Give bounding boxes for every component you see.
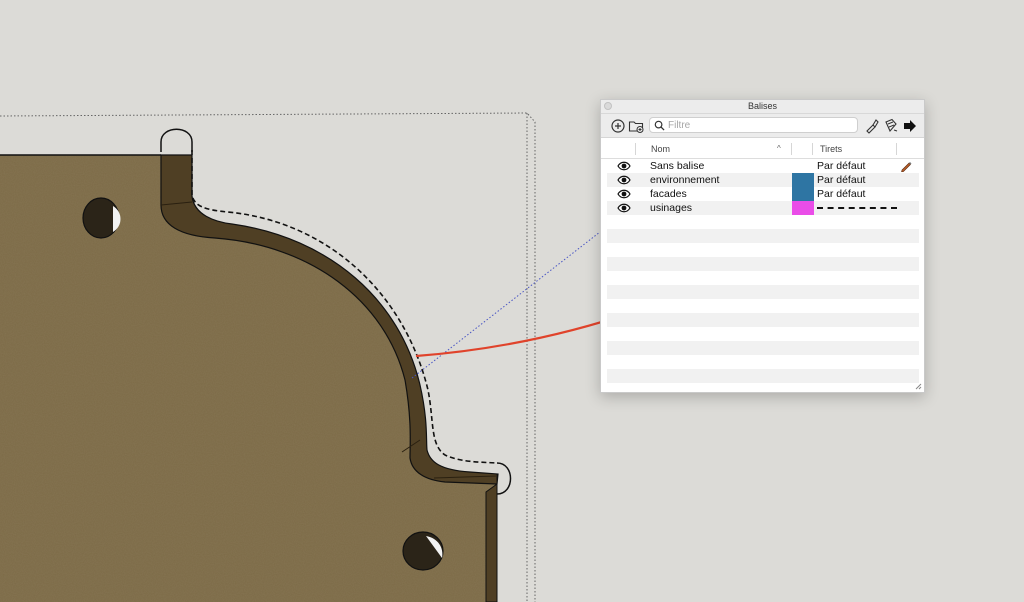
eye-icon[interactable] [617,203,631,213]
tag-dashes-dashed-line[interactable] [817,207,897,209]
tags-panel: Balises Nom ^ Tirets [600,99,925,393]
filter-input[interactable] [668,118,853,132]
guide-line [411,231,601,379]
drill-hole-lower[interactable] [402,531,444,571]
panel-toolbar [601,114,924,138]
eye-icon[interactable] [617,189,631,199]
empty-row [607,369,919,383]
panel-title: Balises [747,101,777,111]
tag-row-environnement[interactable]: environnement Par défaut [607,173,919,187]
toolpath-end-cap-right [496,462,512,495]
tag-dashes[interactable]: Par défaut [817,173,865,187]
tag-row-usinages[interactable]: usinages [607,201,919,215]
tag-row-facades[interactable]: facades Par défaut [607,187,919,201]
empty-row [607,257,919,271]
add-tag-icon[interactable] [610,118,626,134]
panel-titlebar: Balises [601,100,924,114]
color-by-tag-icon[interactable] [883,118,899,134]
tag-dashes[interactable]: Par défaut [817,187,865,201]
empty-row [607,215,919,229]
empty-row [607,383,919,387]
tag-color-swatch[interactable] [792,173,814,187]
add-folder-icon[interactable] [628,118,644,134]
empty-row [607,341,919,355]
search-icon [654,120,665,131]
paint-icon[interactable] [864,118,880,134]
tag-row-sans-balise[interactable]: Sans balise Par défaut [607,159,919,173]
empty-row [607,327,919,341]
tag-color-swatch[interactable] [792,187,814,201]
tag-name: environnement [650,174,720,186]
table-header: Nom ^ Tirets [601,140,924,159]
tag-dashes[interactable]: Par défaut [817,159,865,173]
sort-chevron-icon[interactable]: ^ [777,144,781,153]
header-name[interactable]: Nom [651,144,670,154]
tag-name: usinages [650,202,693,214]
empty-row [607,299,919,313]
details-arrow-icon[interactable] [902,118,918,134]
tag-color-swatch[interactable] [792,201,814,215]
empty-row [607,285,919,299]
eye-icon[interactable] [617,175,631,185]
pencil-icon[interactable] [900,160,912,172]
empty-row [607,355,919,369]
filter-search [649,117,858,133]
resize-grip-icon[interactable] [914,382,922,390]
empty-row [607,313,919,327]
empty-row [607,271,919,285]
empty-row [607,243,919,257]
tag-name: Sans balise [650,160,705,172]
tag-name: facades [650,188,687,200]
header-dashes[interactable]: Tirets [820,144,842,154]
toolpath-end-cap-top [160,128,193,152]
tags-list: Sans balise Par défaut environnement Par… [607,159,919,387]
empty-row [607,229,919,243]
eye-icon[interactable] [617,161,631,171]
